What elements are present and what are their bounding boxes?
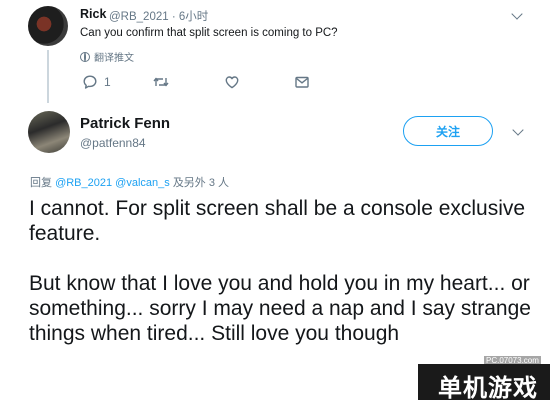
tweet-author-name[interactable]: Patrick Fenn — [80, 115, 170, 132]
reply-author-handle: @RB_2021 · 6小时 — [109, 11, 209, 23]
globe-icon — [80, 51, 90, 62]
replying-prefix: 回复 — [30, 177, 52, 189]
chevron-down-icon — [512, 124, 524, 136]
reply-action-bar: 1 — [80, 74, 340, 96]
thread-connector-line — [47, 50, 49, 103]
replying-to-line: 回复 @RB_2021 @valcan_s 及另外 3 人 — [30, 174, 229, 190]
chevron-down-icon — [511, 8, 523, 20]
reply-count: 1 — [104, 75, 111, 89]
retweet-button[interactable] — [152, 74, 170, 90]
reply-author-avatar[interactable] — [28, 6, 68, 46]
tweet-author-avatar[interactable] — [28, 111, 70, 153]
reply-menu-button[interactable] — [511, 8, 523, 20]
reply-author-name[interactable]: Rick — [80, 7, 106, 21]
direct-message-button[interactable] — [294, 74, 310, 90]
replying-mentions[interactable]: @RB_2021 @valcan_s — [55, 177, 170, 189]
watermark-logo: 单机游戏 — [418, 364, 550, 402]
like-icon — [225, 76, 239, 89]
retweet-icon — [153, 77, 169, 87]
watermark-logo-text: 单机游戏 — [438, 374, 538, 402]
translate-label: 翻译推文 — [94, 53, 134, 64]
replying-suffix[interactable]: 及另外 3 人 — [173, 177, 229, 189]
tweet-author-handle[interactable]: @patfenn84 — [80, 136, 146, 150]
translate-tweet-link[interactable]: 翻译推文 — [80, 49, 134, 64]
follow-button[interactable]: 关注 — [403, 116, 493, 146]
tweet-text: I cannot. For split screen shall be a co… — [29, 197, 531, 345]
comment-icon — [83, 75, 97, 89]
reply-text: Can you confirm that split screen is com… — [80, 27, 338, 39]
reply-comment-button[interactable]: 1 — [82, 74, 111, 90]
message-icon — [295, 76, 309, 88]
like-button[interactable] — [224, 74, 240, 90]
tweet-menu-button[interactable] — [512, 124, 524, 136]
